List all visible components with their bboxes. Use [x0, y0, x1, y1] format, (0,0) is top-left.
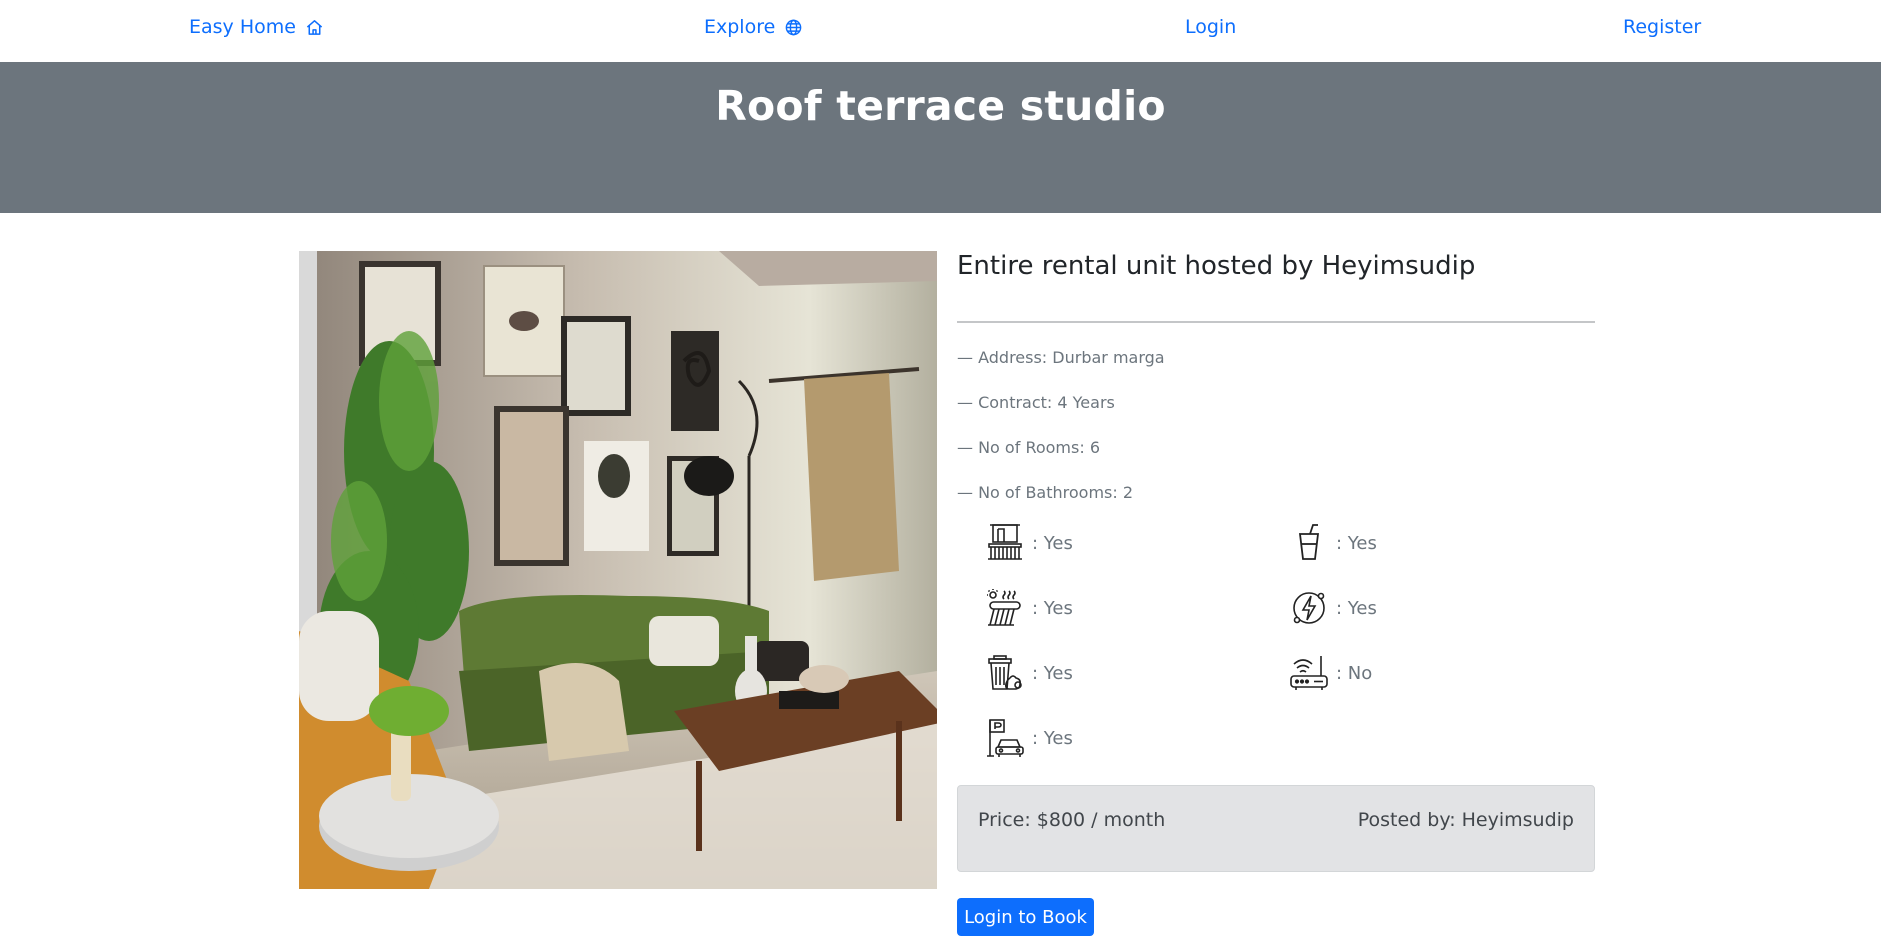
wifi-router-icon	[1290, 656, 1328, 690]
fact-contract: — Contract: 4 Years	[957, 393, 1115, 412]
nav-explore-link[interactable]: Explore	[704, 16, 803, 38]
amenity-parking-value: : Yes	[1032, 727, 1073, 749]
price-text: Price: $800 / month	[978, 809, 1166, 831]
globe-icon	[785, 19, 802, 35]
nav-login-link[interactable]: Login	[1185, 16, 1236, 38]
amenity-garbage: : Yes	[984, 652, 1073, 694]
amenity-solar-heater-value: : Yes	[1032, 597, 1073, 619]
amenity-garbage-value: : Yes	[1032, 662, 1073, 684]
nav-explore-label: Explore	[704, 16, 776, 38]
amenity-wifi: : No	[1288, 652, 1372, 694]
amenity-drinking-water: : Yes	[1288, 522, 1377, 564]
listing-heading: Entire rental unit hosted by Heyimsudip	[957, 251, 1476, 281]
garbage-bin-icon	[988, 655, 1022, 690]
amenity-solar-heater: : Yes	[984, 587, 1073, 629]
amenity-balcony-value: : Yes	[1032, 532, 1073, 554]
posted-by-text: Posted by: Heyimsudip	[1357, 809, 1574, 831]
nav-brand-link[interactable]: Easy Home	[189, 16, 324, 38]
page-title: Roof terrace studio	[715, 82, 1166, 130]
electricity-icon	[1293, 592, 1325, 624]
house-icon	[306, 19, 323, 35]
amenity-parking: : Yes	[984, 717, 1073, 759]
amenity-drinking-water-value: : Yes	[1336, 532, 1377, 554]
fact-rooms: — No of Rooms: 6	[957, 438, 1100, 457]
fact-bathrooms: — No of Bathrooms: 2	[957, 483, 1134, 502]
hero-banner: Roof terrace studio	[0, 62, 1881, 213]
living-room-photo	[299, 251, 937, 889]
amenity-balcony: : Yes	[984, 522, 1073, 564]
divider	[957, 321, 1595, 323]
balcony-icon	[988, 524, 1022, 560]
solar-water-heater-icon	[987, 589, 1021, 626]
login-to-book-button[interactable]: Login to Book	[957, 898, 1094, 936]
top-navbar: Easy Home Explore Login Register	[0, 0, 1881, 62]
fact-address: — Address: Durbar marga	[957, 348, 1165, 367]
nav-register-link[interactable]: Register	[1623, 16, 1701, 38]
price-card: Price: $800 / month Posted by: Heyimsudi…	[957, 785, 1595, 872]
amenity-electricity: : Yes	[1288, 587, 1377, 629]
parking-icon	[987, 719, 1024, 757]
water-glass-icon	[1298, 524, 1320, 560]
listing-photo	[299, 251, 937, 889]
nav-brand-label: Easy Home	[189, 16, 296, 38]
amenity-electricity-value: : Yes	[1336, 597, 1377, 619]
amenity-wifi-value: : No	[1336, 662, 1373, 684]
